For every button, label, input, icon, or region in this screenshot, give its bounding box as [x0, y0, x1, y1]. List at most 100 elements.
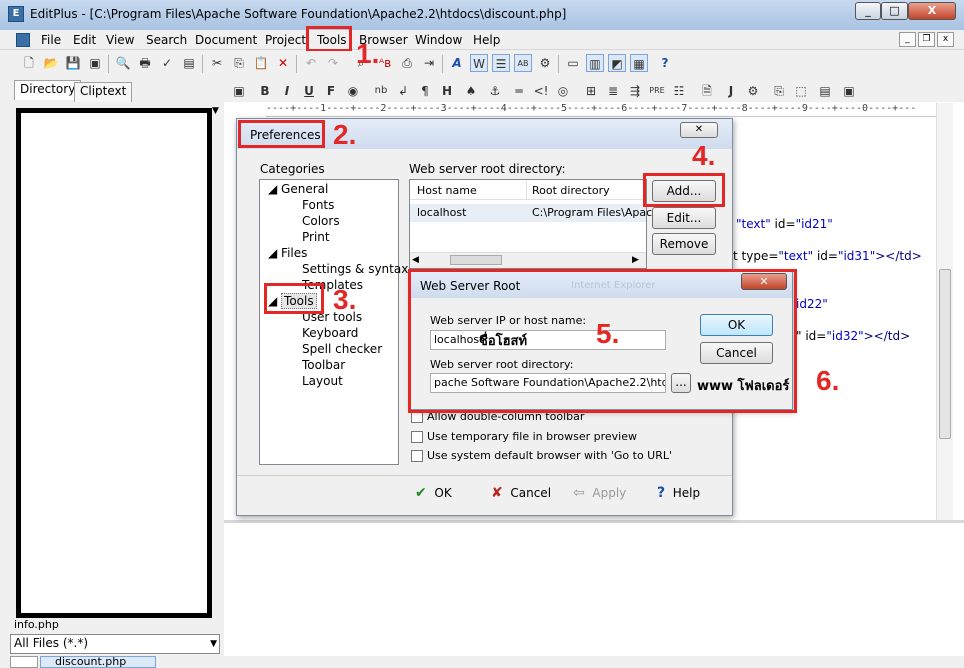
menu-window[interactable]: Window [410, 32, 467, 48]
cut-icon[interactable]: ✂ [208, 54, 226, 72]
column-select-icon[interactable]: ⚙ [536, 54, 554, 72]
show-spaces-icon[interactable]: ▭ [564, 54, 582, 72]
new-file-icon[interactable]: 🗋 [20, 54, 38, 72]
preferences-close-button[interactable]: ✕ [680, 122, 718, 138]
window-icon[interactable]: ▣ [840, 82, 858, 100]
checkbox-default-browser[interactable] [411, 450, 423, 462]
root-directory-list[interactable]: Host name Root directory localhost C:\Pr… [409, 179, 659, 269]
hex-view-icon[interactable]: ▤ [180, 54, 198, 72]
italic-icon[interactable]: I [278, 82, 296, 100]
javascript-icon[interactable]: J [722, 82, 740, 100]
prefs-cancel-button[interactable]: ✘ Cancel [491, 485, 551, 501]
column-host-name[interactable]: Host name [417, 184, 477, 197]
line-break-icon[interactable]: ↲ [394, 82, 412, 100]
tree-item-toolbar[interactable]: Toolbar [302, 358, 345, 372]
paragraph-icon[interactable]: ¶ [416, 82, 434, 100]
tree-item-colors[interactable]: Colors [302, 214, 340, 228]
word-wrap-icon[interactable]: W [470, 54, 488, 72]
underline-icon[interactable]: U [300, 82, 318, 100]
print-icon[interactable]: 🖶 [136, 54, 154, 72]
mdi-minimize-button[interactable]: _ [899, 32, 916, 47]
cliptext-window-icon[interactable]: ◩ [608, 54, 626, 72]
menu-file[interactable]: File [36, 32, 66, 48]
color-picker-icon[interactable]: ◉ [344, 82, 362, 100]
open-folder-icon[interactable]: 📂 [42, 54, 60, 72]
menu-help[interactable]: Help [468, 32, 505, 48]
paste-icon[interactable]: 📋 [252, 54, 270, 72]
comment-icon[interactable]: <! [532, 82, 550, 100]
scroll-right-arrow-icon[interactable]: ▶ [632, 255, 639, 265]
edit-button[interactable]: Edit... [652, 207, 716, 229]
undo-icon[interactable]: ↶ [302, 54, 320, 72]
line-number-icon[interactable]: ☰ [492, 54, 510, 72]
unordered-list-icon[interactable]: ☷ [670, 82, 688, 100]
heading-icon[interactable]: H [438, 82, 456, 100]
tree-item-layout[interactable]: Layout [302, 374, 343, 388]
anchor-icon[interactable]: ⚓ [486, 82, 504, 100]
prefs-ok-button[interactable]: ✔ OK [415, 485, 452, 501]
ordered-list-icon[interactable]: ⇶ [626, 82, 644, 100]
scrollbar-thumb[interactable] [450, 255, 502, 265]
save-all-icon[interactable]: ▣ [86, 54, 104, 72]
context-help-icon[interactable]: ? [656, 54, 674, 72]
delete-icon[interactable]: ✕ [274, 54, 292, 72]
tree-item-keyboard[interactable]: Keyboard [302, 326, 358, 340]
copy-icon[interactable]: ⎘ [230, 54, 248, 72]
scrollbar-thumb[interactable] [939, 269, 951, 439]
tree-item-general[interactable]: ◢ General [268, 182, 328, 196]
redo-icon[interactable]: ↷ [324, 54, 342, 72]
clip-icon[interactable]: ⎘ [770, 82, 788, 100]
drive-dropdown-arrow[interactable]: ▼ [212, 106, 222, 124]
horizontal-rule-icon[interactable]: ═ [510, 82, 528, 100]
list-icon[interactable]: ≣ [604, 82, 622, 100]
menu-search[interactable]: Search [141, 32, 192, 48]
prefs-help-button[interactable]: ? Help [657, 485, 700, 501]
output-window-icon[interactable]: ▦ [630, 54, 648, 72]
bold-icon[interactable]: B [256, 82, 274, 100]
php-icon[interactable]: ⚙ [744, 82, 762, 100]
menu-view[interactable]: View [101, 32, 139, 48]
spell-check-icon[interactable]: ✓ [158, 54, 176, 72]
categories-tree[interactable]: ◢ General Fonts Colors Print ◢ Files Set… [259, 179, 408, 465]
document-tab-discount[interactable]: discount.php [40, 656, 156, 668]
pre-tag-icon[interactable]: PRE [648, 82, 666, 100]
frame-icon[interactable]: ▤ [816, 82, 834, 100]
tree-item-print[interactable]: Print [302, 230, 330, 244]
table-icon[interactable]: ⊞ [582, 82, 600, 100]
font-tag-icon[interactable]: F [322, 82, 340, 100]
directory-list[interactable] [16, 108, 212, 618]
tab-directory[interactable]: Directory [14, 80, 82, 100]
file-filter-select[interactable]: All Files (*.*) ▼ [10, 634, 220, 654]
directory-window-icon[interactable]: ▥ [586, 54, 604, 72]
font-icon[interactable]: A [448, 54, 466, 72]
checkbox-temp-file[interactable] [411, 431, 423, 443]
maximize-button[interactable]: □ [881, 2, 908, 20]
mdi-close-button[interactable]: x [937, 32, 954, 47]
editor-vertical-scrollbar[interactable] [936, 103, 953, 523]
directory-file-item[interactable]: info.php [14, 618, 59, 631]
close-window-button[interactable]: X [908, 2, 956, 20]
nbsp-icon[interactable]: nb [372, 82, 390, 100]
css-icon[interactable]: 🗎 [698, 82, 716, 100]
column-root-directory[interactable]: Root directory [532, 184, 610, 197]
form-icon[interactable]: ⬚ [792, 82, 810, 100]
print-preview-icon[interactable]: 🔍 [114, 54, 132, 72]
menu-project[interactable]: Project [260, 32, 311, 48]
menu-document[interactable]: Document [190, 32, 262, 48]
center-icon[interactable]: ♠ [462, 82, 480, 100]
scroll-left-arrow-icon[interactable]: ◀ [412, 255, 419, 265]
tree-item-fonts[interactable]: Fonts [302, 198, 334, 212]
ruler-toggle-icon[interactable]: AB [514, 54, 532, 72]
html-preview-icon[interactable]: ▣ [230, 82, 248, 100]
tab-cliptext[interactable]: Cliptext [74, 82, 133, 102]
tree-item-settings-syntax[interactable]: Settings & syntax [302, 262, 408, 276]
goto-line-icon[interactable]: ⇥ [420, 54, 438, 72]
tree-item-files[interactable]: ◢ Files [268, 246, 307, 260]
save-icon[interactable]: 💾 [64, 54, 82, 72]
mdi-restore-button[interactable]: ❐ [918, 32, 935, 47]
tree-item-spell-checker[interactable]: Spell checker [302, 342, 382, 356]
image-icon[interactable]: ◎ [554, 82, 572, 100]
find-in-files-icon[interactable]: ⎙ [398, 54, 416, 72]
menu-edit[interactable]: Edit [68, 32, 101, 48]
remove-button[interactable]: Remove [652, 233, 716, 255]
